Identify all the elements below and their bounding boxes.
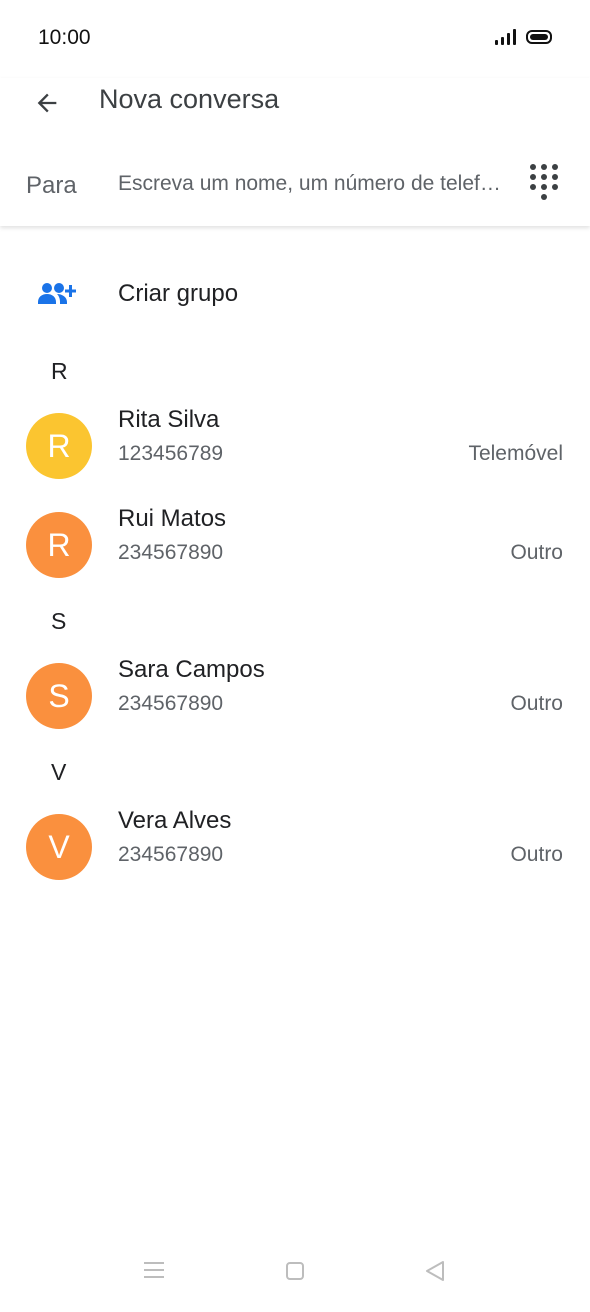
contact-number: 234567890 — [118, 843, 224, 866]
navigation-bar — [0, 1240, 590, 1312]
contact-type: Outro — [510, 541, 563, 564]
avatar: R — [26, 413, 92, 479]
status-time: 10:00 — [38, 26, 91, 49]
contact-item[interactable]: R Rita Silva 123456789 Telemóvel — [0, 406, 590, 498]
contact-item[interactable]: V Vera Alves 234567890 Outro — [0, 807, 590, 899]
arrow-back-icon — [37, 93, 57, 113]
page-title: Nova conversa — [99, 84, 280, 114]
section-header-r: R — [51, 358, 68, 384]
contact-number: 123456789 — [118, 442, 224, 465]
contact-type: Outro — [510, 843, 563, 866]
recipient-input[interactable]: Escreva um nome, um número de telefone o… — [118, 172, 508, 196]
status-bar: 10:00 — [0, 0, 590, 78]
contact-number: 234567890 — [118, 692, 224, 715]
avatar: R — [26, 512, 92, 578]
menu-icon[interactable] — [144, 1262, 164, 1280]
dialpad-button[interactable] — [524, 164, 564, 206]
contact-number: 234567890 — [118, 541, 224, 564]
contact-name: Sara Campos — [118, 656, 265, 683]
avatar: S — [26, 663, 92, 729]
contact-type: Outro — [510, 692, 563, 715]
create-group-label: Criar grupo — [118, 280, 239, 307]
create-group-item[interactable]: Criar grupo — [0, 260, 590, 328]
contact-name: Rui Matos — [118, 505, 227, 532]
signal-icon — [495, 28, 516, 45]
home-icon[interactable] — [286, 1262, 304, 1280]
compose-header: Nova conversa Para Escreva um nome, um n… — [0, 78, 590, 226]
contact-item[interactable]: R Rui Matos 234567890 Outro — [0, 505, 590, 597]
contact-name: Rita Silva — [118, 406, 220, 433]
status-icons — [495, 28, 552, 45]
group-add-icon — [38, 283, 76, 304]
battery-icon — [526, 29, 552, 44]
to-label: Para — [26, 172, 77, 199]
section-header-s: S — [51, 608, 67, 634]
section-header-v: V — [51, 759, 67, 785]
avatar: V — [26, 814, 92, 880]
contact-name: Vera Alves — [118, 807, 232, 834]
nav-back-icon[interactable] — [424, 1260, 446, 1282]
back-button[interactable] — [26, 82, 68, 124]
contact-type: Telemóvel — [468, 442, 563, 465]
contact-item[interactable]: S Sara Campos 234567890 Outro — [0, 656, 590, 748]
